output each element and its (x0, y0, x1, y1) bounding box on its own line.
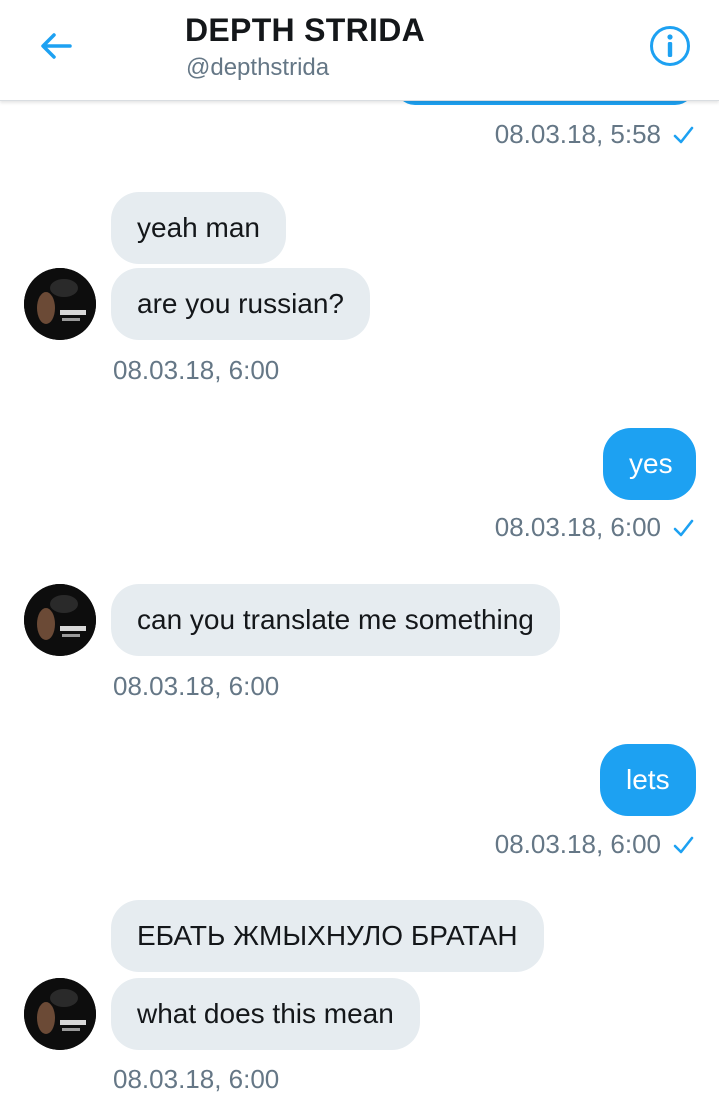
page-title[interactable]: DEPTH STRIDA (185, 12, 425, 49)
info-button[interactable] (648, 24, 692, 68)
avatar-image (24, 268, 96, 340)
incoming-message-bubble[interactable]: can you translate me something (111, 584, 560, 656)
message-timestamp: 08.03.18, 6:00 (113, 1064, 280, 1094)
avatar-image (24, 978, 96, 1050)
incoming-message-bubble[interactable]: ЕБАТЬ ЖМЫХНУЛО БРАТАН (111, 900, 544, 972)
check-icon (673, 836, 694, 854)
avatar[interactable] (24, 584, 96, 656)
check-icon (673, 519, 694, 537)
incoming-message-bubble[interactable]: yeah man (111, 192, 286, 264)
back-button[interactable] (36, 26, 76, 66)
avatar-image (24, 584, 96, 656)
conversation-header: DEPTH STRIDA @depthstrida (0, 0, 719, 101)
message-timestamp: 08.03.18, 5:58 (494, 119, 661, 149)
info-circle-icon (650, 26, 690, 66)
incoming-message-bubble[interactable]: what does this mean (111, 978, 420, 1050)
outgoing-message-bubble[interactable]: yes (603, 428, 696, 500)
user-handle[interactable]: @depthstrida (186, 54, 329, 82)
avatar[interactable] (24, 978, 96, 1050)
outgoing-message-bubble[interactable]: lets (600, 744, 696, 816)
check-icon (673, 126, 694, 144)
message-timestamp: 08.03.18, 6:00 (113, 355, 280, 385)
incoming-message-bubble[interactable]: are you russian? (111, 268, 371, 340)
avatar[interactable] (24, 268, 96, 340)
arrow-left-icon (41, 33, 72, 59)
message-timestamp: 08.03.18, 6:00 (494, 829, 661, 859)
message-timestamp: 08.03.18, 6:00 (494, 512, 661, 542)
message-timestamp: 08.03.18, 6:00 (113, 671, 280, 701)
